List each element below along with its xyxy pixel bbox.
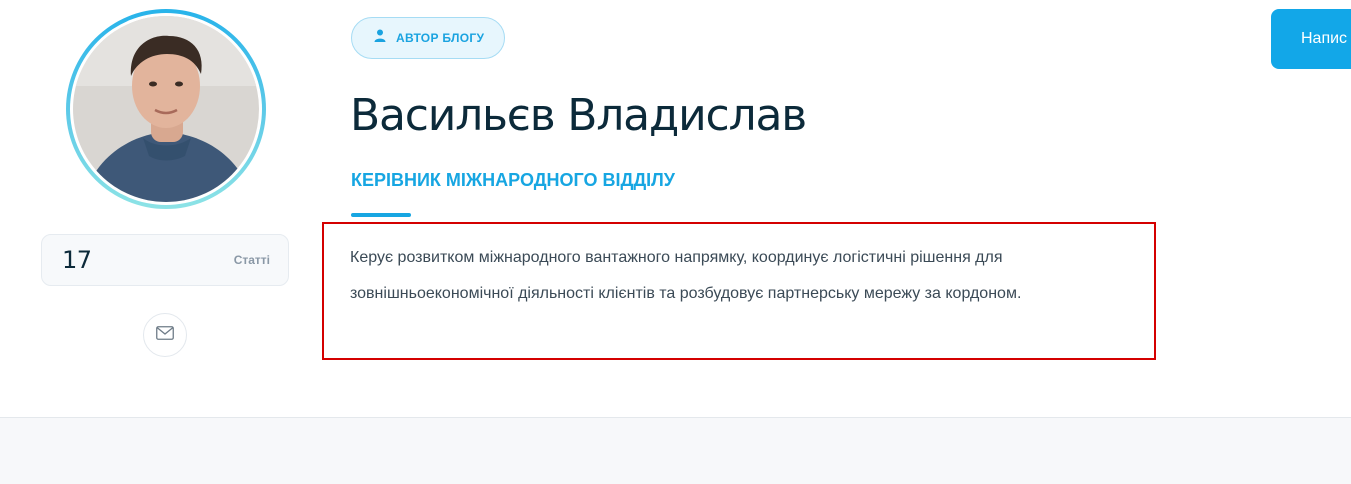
articles-label: Статті — [233, 253, 270, 267]
user-icon — [374, 29, 386, 47]
articles-count: 17 — [62, 246, 92, 274]
author-bio: Керує розвитком міжнародного вантажного … — [350, 249, 1022, 302]
role-underline — [351, 213, 411, 217]
articles-stat-card: 17 Статті — [41, 234, 289, 286]
mail-button[interactable] — [143, 313, 187, 357]
avatar — [73, 16, 259, 202]
author-badge: АВТОР БЛОГУ — [351, 17, 506, 59]
author-role: КЕРІВНИК МІЖНАРОДНОГО ВІДДІЛУ — [351, 170, 675, 190]
footer-band — [0, 417, 1351, 484]
badge-label: АВТОР БЛОГУ — [396, 31, 485, 45]
write-button[interactable]: Напис — [1271, 9, 1351, 69]
author-profile-page: 17 Статті АВТОР БЛОГУ Васильєв Владислав… — [0, 0, 1351, 484]
mail-icon — [156, 325, 174, 345]
author-name: Васильєв Владислав — [350, 90, 807, 141]
